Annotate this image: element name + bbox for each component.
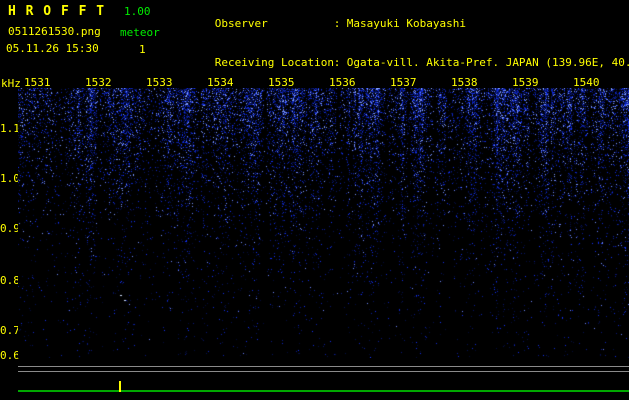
ytick-label-0-6: 0.6 [0,349,20,362]
info-label: Observer [214,17,268,30]
output-filename: 0511261530.png [8,25,101,38]
ytick-label-1-0: 1.0 [0,172,20,185]
info-colon: : [333,17,341,30]
level-reference-line [18,366,629,367]
info-value: Masayuki Kobayashi [346,17,466,30]
app-title: H R O F F T [8,4,106,19]
ytick-label-0-7: 0.7 [0,324,20,337]
level-marker-tick [119,381,121,392]
info-colon: : [333,56,341,69]
signal-level-baseline [18,390,629,392]
ytick-label-0-9: 0.9 [0,222,20,235]
hrofft-output-screen: H R O F F T 1.00 0511261530.png meteor 0… [0,0,629,400]
level-reference-line [18,371,629,372]
info-row-observer: Observer: Masayuki Kobayashi [175,4,629,43]
spectrogram-canvas [18,88,629,358]
info-value: Ogata-vill. Akita-Pref. JAPAN (139.96E, … [346,56,629,69]
app-version: 1.00 [124,5,151,18]
ytick-label-0-8: 0.8 [0,274,20,287]
info-label: Receiving Location [214,56,334,69]
mode-label: meteor [120,26,160,39]
ytick-label-1-1: 1.1 [0,122,20,135]
timestamp: 05.11.26 15:30 [6,42,99,55]
echo-count: 1 [139,43,146,56]
